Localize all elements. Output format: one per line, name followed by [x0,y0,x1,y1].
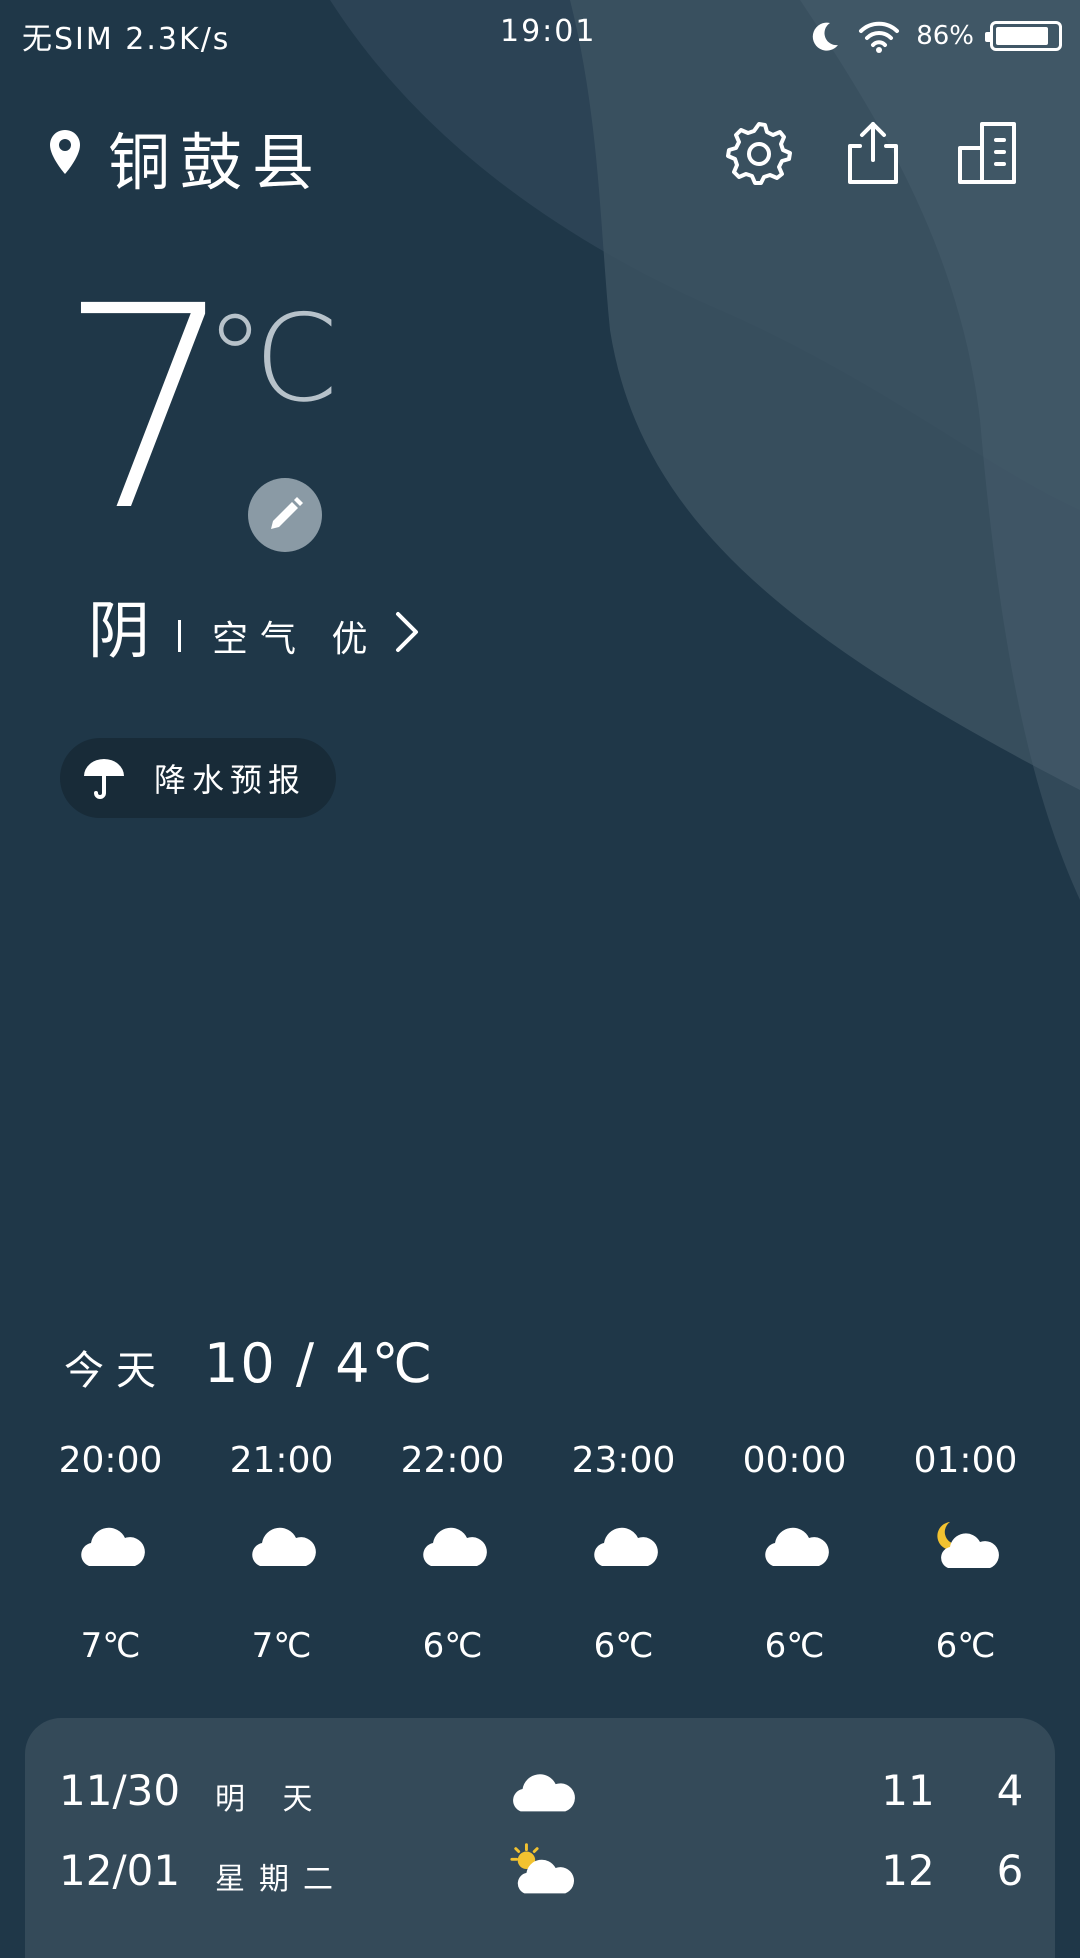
today-label: 今天 [64,1348,168,1394]
temperature-unit: ℃ [205,290,340,429]
day-name: 星期二 [215,1862,347,1897]
today-temp-range: 10 / 4℃ [204,1332,435,1395]
hour-time: 20:00 [58,1440,163,1481]
condition-divider [178,620,181,652]
settings-gear-icon[interactable] [724,118,794,188]
cloud-icon [513,1774,575,1812]
hour-temp: 6℃ [593,1626,654,1666]
battery-percent: 86% [916,21,974,51]
hourly-item: 21:00 7℃ [196,1440,367,1670]
city-name[interactable]: 铜鼓县 [108,112,324,202]
cloud-icon [251,1527,316,1566]
umbrella-icon [84,759,124,799]
sun-cloud-icon [510,1843,575,1894]
status-time: 19:01 [500,14,597,49]
location-pin-icon [50,130,80,174]
daily-row[interactable]: 11/30 明 天 11 4 [25,1760,1055,1830]
wifi-icon [859,21,900,53]
battery-icon [985,21,1062,51]
hourly-forecast[interactable]: 20:00 7℃ 21:00 7℃ 22:00 6℃ 23:00 6℃ 00:0… [25,1440,1055,1670]
rain-forecast-label: 降水预报 [154,761,307,799]
hour-temp: 6℃ [935,1626,996,1666]
air-quality-link[interactable]: 空气 优 [212,610,379,662]
share-icon[interactable] [838,118,908,188]
daily-row[interactable]: 12/01 星期二 12 6 [25,1840,1055,1910]
status-indicators: 86% [808,16,1062,56]
hour-temp: 6℃ [764,1626,825,1666]
rain-forecast-button[interactable]: 降水预报 [60,738,336,818]
hourly-item: 23:00 6℃ [538,1440,709,1670]
moon-icon [812,22,839,51]
carrier-speed: 无SIM 2.3K/s [22,22,231,57]
weather-condition: 阴 [88,594,151,667]
city-manage-icon[interactable] [952,118,1022,188]
hour-time: 23:00 [571,1440,676,1481]
day-high: 12 [881,1846,935,1895]
day-high: 11 [881,1766,935,1815]
day-name: 明 天 [215,1782,327,1817]
cloud-icon [593,1527,658,1566]
battery-fill [996,27,1048,45]
day-low: 4 [996,1766,1024,1815]
cloud-icon [422,1527,487,1566]
day-low: 6 [996,1846,1024,1895]
status-bar: 无SIM 2.3K/s 19:01 86% [0,0,1080,70]
hour-temp: 7℃ [251,1626,312,1666]
hour-time: 01:00 [913,1440,1018,1481]
edit-button[interactable] [248,478,322,552]
hour-temp: 6℃ [422,1626,483,1666]
hourly-item: 00:00 6℃ [709,1440,880,1670]
moon-cloud-icon [936,1522,999,1568]
hour-temp: 7℃ [80,1626,141,1666]
pencil-icon [271,497,303,529]
cloud-icon [764,1527,829,1566]
day-date: 11/30 [59,1766,181,1815]
hourly-item: 20:00 7℃ [25,1440,196,1670]
cloud-icon [80,1527,145,1566]
hour-time: 22:00 [400,1440,505,1481]
header: 铜鼓县 [0,100,1080,200]
hour-time: 21:00 [229,1440,334,1481]
chevron-right-icon[interactable] [392,608,422,656]
hourly-item: 22:00 6℃ [367,1440,538,1670]
daily-forecast-card[interactable]: 11/30 明 天 11 4 12/01 星期二 12 6 [25,1718,1055,1958]
hour-time: 00:00 [742,1440,847,1481]
hourly-item: 01:00 6℃ [880,1440,1051,1670]
day-date: 12/01 [59,1846,181,1895]
